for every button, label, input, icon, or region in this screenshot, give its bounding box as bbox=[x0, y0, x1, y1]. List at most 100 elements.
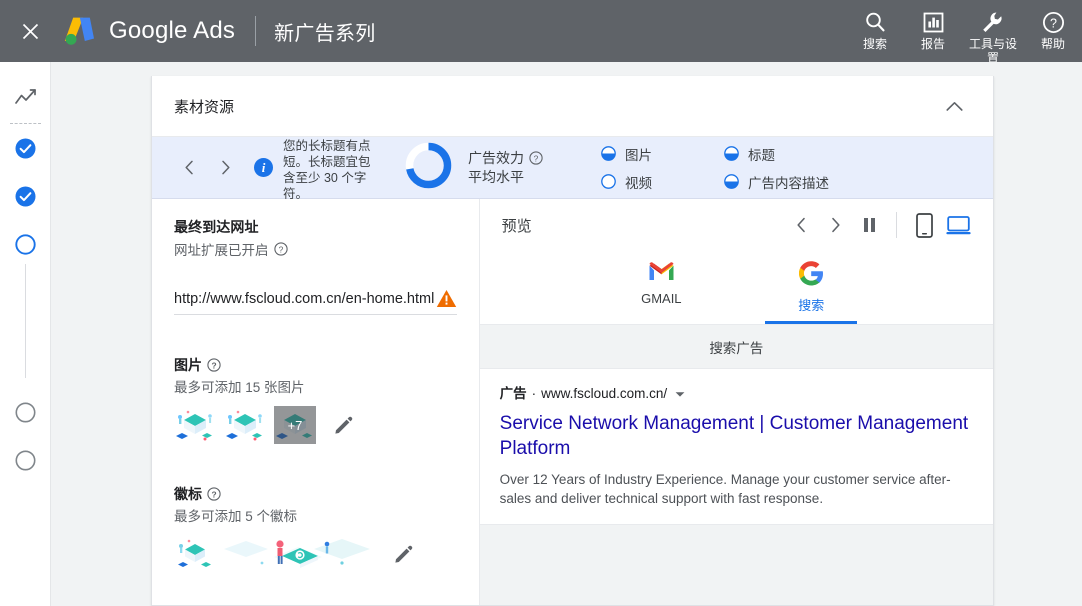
image-thumbnail-more[interactable]: +7 bbox=[274, 406, 316, 444]
trend-chart-icon bbox=[14, 89, 36, 104]
tools-settings-button[interactable]: 工具与设置 bbox=[962, 6, 1024, 65]
help-circle-icon[interactable]: ? bbox=[273, 242, 288, 256]
image-more-count: +7 bbox=[274, 406, 316, 444]
assets-card-header: 素材资源 bbox=[152, 76, 993, 137]
overview-trend-button[interactable] bbox=[0, 88, 51, 108]
images-thumbnail-list: +7 bbox=[174, 406, 457, 444]
appbar-divider bbox=[255, 16, 257, 46]
checklist-item-headlines-label: 标题 bbox=[748, 147, 775, 163]
preview-channel-tabs: GMAIL 搜索 bbox=[479, 251, 993, 325]
images-section: 图片 ? 最多可添加 15 张图片 +7 bbox=[174, 355, 457, 444]
ad-display-url: www.fscloud.com.cn/ bbox=[541, 386, 668, 401]
checklist-item-images: 图片 bbox=[601, 144, 652, 164]
image-thumbnail[interactable] bbox=[174, 406, 216, 444]
banner-next-button[interactable] bbox=[210, 153, 240, 183]
isometric-illustration-icon bbox=[224, 406, 266, 444]
final-url-field: 最终到达网址 网址扩展已开启 ? http://www.fscloud.com.… bbox=[174, 217, 457, 315]
final-url-sub-label: 网址扩展已开启 bbox=[174, 243, 269, 258]
chevron-right-icon bbox=[831, 217, 840, 233]
ad-strength-donut bbox=[403, 140, 454, 196]
help-button[interactable]: ? 帮助 bbox=[1024, 6, 1082, 51]
brand-block[interactable]: Google Ads bbox=[62, 16, 235, 46]
search-button[interactable]: 搜索 bbox=[846, 6, 904, 51]
image-thumbnail[interactable] bbox=[224, 406, 266, 444]
close-button[interactable] bbox=[0, 0, 60, 62]
ad-description: Over 12 Years of Industry Experience. Ma… bbox=[499, 472, 951, 506]
banner-prev-button[interactable] bbox=[174, 153, 204, 183]
sidebar-item-step-3[interactable] bbox=[15, 234, 36, 255]
reports-button-label: 报告 bbox=[920, 37, 945, 51]
google-g-icon bbox=[798, 261, 823, 286]
logos-hint: 最多可添加 5 个徽标 bbox=[174, 509, 298, 524]
ad-headline[interactable]: Service Network Management | Customer Ma… bbox=[500, 411, 973, 461]
logos-section-header: 徽标 ? bbox=[174, 484, 457, 504]
checklist-item-headlines: 标题 bbox=[724, 144, 829, 164]
half-filled-circle-icon bbox=[601, 146, 616, 161]
preview-pause-button[interactable] bbox=[852, 208, 886, 242]
collapse-section-button[interactable] bbox=[940, 95, 969, 118]
edit-logos-button[interactable] bbox=[394, 545, 413, 564]
half-filled-circle-icon bbox=[724, 174, 739, 189]
help-circle-icon[interactable]: ? bbox=[529, 151, 543, 165]
logos-section: 徽标 ? 最多可添加 5 个徽标 bbox=[174, 484, 457, 573]
chevron-left-icon bbox=[796, 217, 805, 233]
reports-icon bbox=[923, 9, 944, 35]
checklist-column-left: 图片 视频 bbox=[601, 144, 652, 192]
tools-icon bbox=[981, 9, 1005, 35]
warning-triangle-icon[interactable] bbox=[436, 289, 457, 308]
isometric-illustration-icon bbox=[174, 406, 216, 444]
checklist-column-right: 标题 广告内容描述 bbox=[724, 144, 829, 192]
ad-options-button[interactable] bbox=[675, 391, 685, 398]
reports-button[interactable]: 报告 bbox=[904, 6, 962, 51]
help-button-label: 帮助 bbox=[1040, 37, 1065, 51]
help-circle-icon[interactable]: ? bbox=[207, 487, 221, 501]
brand-name: Google Ads bbox=[109, 17, 236, 44]
preview-mobile-button[interactable] bbox=[907, 208, 941, 242]
pause-icon bbox=[863, 218, 875, 232]
assets-card-body: 最终到达网址 网址扩展已开启 ? http://www.fscloud.com.… bbox=[152, 199, 993, 605]
ad-strength-value: 平均水平 bbox=[468, 168, 524, 185]
sidebar-item-step-1[interactable] bbox=[15, 138, 36, 159]
edit-images-button[interactable] bbox=[334, 416, 353, 435]
search-icon bbox=[864, 9, 886, 35]
pencil-icon bbox=[335, 416, 353, 434]
checklist-item-video: 视频 bbox=[601, 172, 652, 192]
ad-strength-checklist: 图片 视频 标题 广告内容描述 bbox=[601, 144, 829, 192]
donut-progress-icon bbox=[405, 142, 452, 188]
preview-prev-button[interactable] bbox=[784, 208, 818, 242]
tab-gmail[interactable]: GMAIL bbox=[615, 253, 707, 324]
google-ads-logo-icon bbox=[64, 17, 94, 45]
search-button-label: 搜索 bbox=[862, 37, 887, 51]
svg-text:?: ? bbox=[211, 360, 216, 370]
isometric-illustration-icon bbox=[174, 535, 216, 573]
rail-divider bbox=[10, 123, 41, 124]
desktop-device-icon bbox=[945, 215, 971, 234]
ad-strength-info: 广告效力 ? 平均水平 bbox=[468, 149, 543, 187]
sidebar-item-step-5[interactable] bbox=[15, 450, 36, 471]
sidebar-item-step-2[interactable] bbox=[15, 186, 36, 207]
final-url-input-row[interactable]: http://www.fscloud.com.cn/en-home.html bbox=[174, 289, 457, 315]
ad-url-separator: · bbox=[531, 386, 537, 401]
half-filled-circle-icon bbox=[724, 146, 739, 161]
images-hint: 最多可添加 15 张图片 bbox=[174, 380, 305, 395]
preview-desktop-button[interactable] bbox=[941, 208, 975, 242]
pencil-icon bbox=[395, 545, 413, 563]
ad-strength-label: 广告效力 bbox=[468, 149, 524, 166]
chevron-up-icon bbox=[946, 101, 963, 111]
mobile-device-icon bbox=[915, 212, 933, 238]
ad-strength-label-row: 广告效力 ? bbox=[468, 149, 543, 168]
tab-gmail-label: GMAIL bbox=[641, 291, 682, 306]
preview-next-button[interactable] bbox=[818, 208, 852, 242]
preview-empty-area bbox=[479, 524, 993, 605]
help-icon: ? bbox=[1042, 9, 1065, 35]
svg-text:?: ? bbox=[211, 489, 216, 499]
help-circle-icon[interactable]: ? bbox=[207, 358, 221, 372]
ad-badge: 广告 bbox=[499, 386, 527, 401]
tab-search[interactable]: 搜索 bbox=[765, 253, 858, 324]
logo-thumbnail[interactable] bbox=[174, 535, 216, 573]
sidebar-connector-line bbox=[25, 264, 26, 378]
logo-thumbnail-wide[interactable] bbox=[224, 535, 376, 573]
tab-search-label: 搜索 bbox=[798, 298, 825, 313]
svg-text:?: ? bbox=[1050, 16, 1057, 30]
sidebar-item-step-4[interactable] bbox=[15, 402, 36, 423]
